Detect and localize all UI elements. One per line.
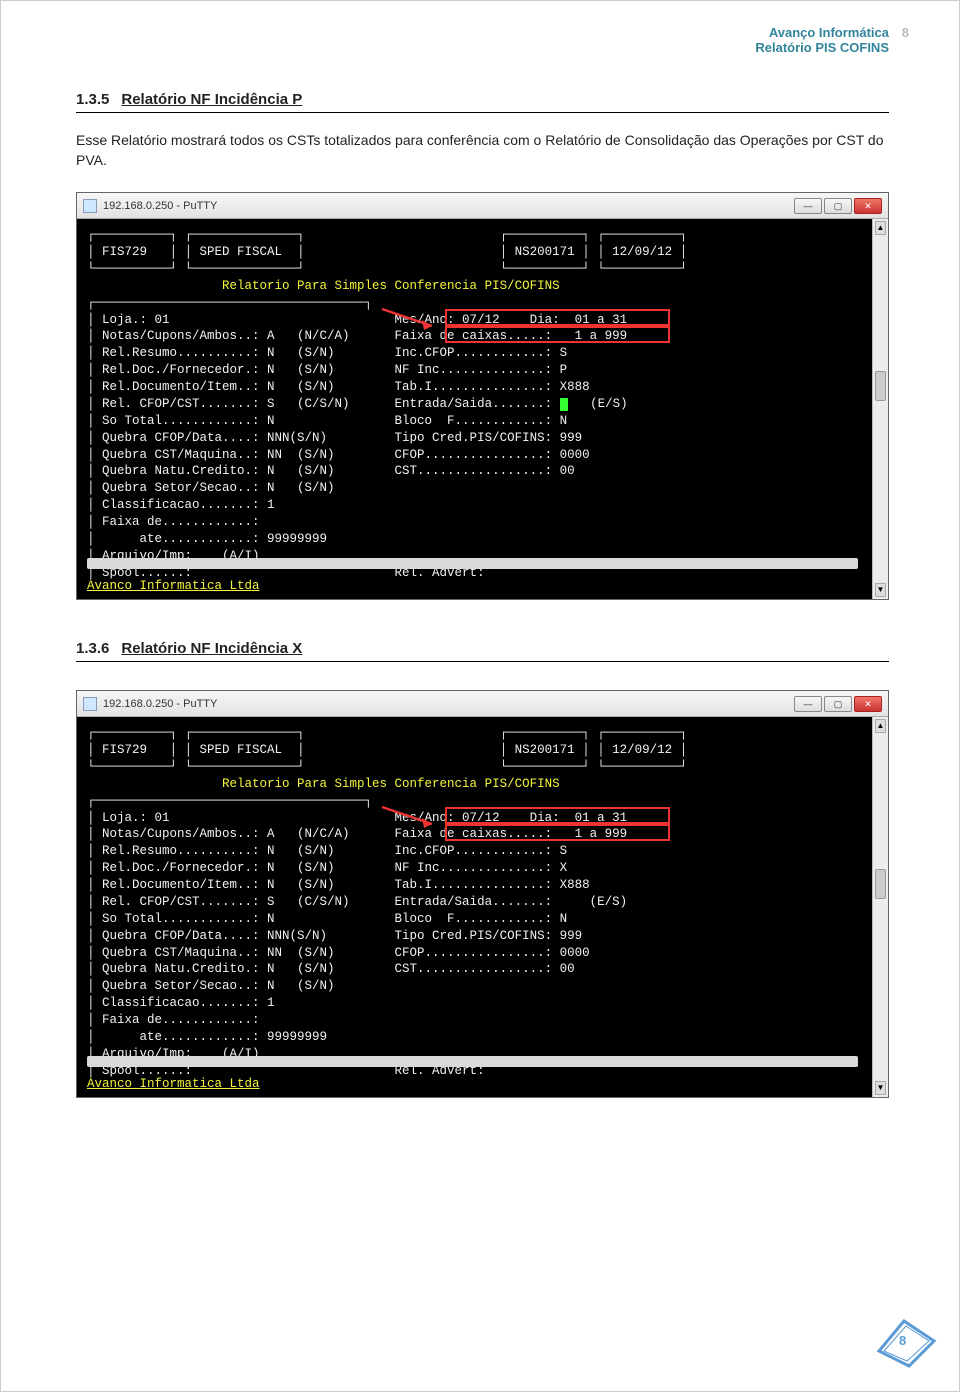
close-button[interactable]: ✕ xyxy=(854,198,882,214)
terminal-line: │ Rel.Doc./Fornecedor.: N (S/N) NF Inc..… xyxy=(87,860,878,877)
terminal-line: │ Rel.Doc./Fornecedor.: N (S/N) NF Inc..… xyxy=(87,362,878,379)
minimize-button[interactable]: — xyxy=(794,198,822,214)
horizontal-scrollbar[interactable] xyxy=(87,1056,858,1067)
window-title: 192.168.0.250 - PuTTY xyxy=(103,200,794,212)
terminal-line: │ Classificacao.......: 1 xyxy=(87,497,878,514)
close-button[interactable]: ✕ xyxy=(854,696,882,712)
section-2-title: 1.3.6Relatório NF Incidência X xyxy=(76,640,889,657)
scrollbar-thumb xyxy=(875,371,886,401)
horizontal-scrollbar[interactable] xyxy=(87,558,858,569)
terminal-line: │ Faixa de............: xyxy=(87,514,878,531)
terminal-line: │ Quebra CST/Maquina..: NN (S/N) CFOP...… xyxy=(87,447,878,464)
terminal-line: │ Rel. CFOP/CST.......: S (C/S/N) Entrad… xyxy=(87,396,878,413)
terminal-line: │ ate............: 99999999 xyxy=(87,531,878,548)
terminal-line: │ FIS729 │ │ SPED FISCAL │ │ NS200171 │ … xyxy=(87,244,878,261)
vertical-scrollbar[interactable]: ▲ ▼ xyxy=(872,717,888,1097)
terminal-line: │ Faixa de............: xyxy=(87,1012,878,1029)
section-1-title: 1.3.5Relatório NF Incidência P xyxy=(76,91,889,108)
terminal-line: │ Quebra Natu.Credito.: N (S/N) CST.....… xyxy=(87,463,878,480)
window-titlebar[interactable]: 192.168.0.250 - PuTTY — ▢ ✕ xyxy=(77,193,888,219)
terminal-line: │ Rel.Documento/Item..: N (S/N) Tab.I...… xyxy=(87,877,878,894)
terminal-line: │ ate............: 99999999 xyxy=(87,1029,878,1046)
terminal-line: │ Quebra CFOP/Data....: NNN(S/N) Tipo Cr… xyxy=(87,928,878,945)
window-title: 192.168.0.250 - PuTTY xyxy=(103,698,794,710)
terminal-line: │ Rel.Resumo..........: N (S/N) Inc.CFOP… xyxy=(87,345,878,362)
page-header: Avanço Informática Relatório PIS COFINS … xyxy=(755,25,889,55)
terminal-line: │ So Total............: N Bloco F.......… xyxy=(87,413,878,430)
terminal-window-1: 192.168.0.250 - PuTTY — ▢ ✕ ┌──────────┐… xyxy=(76,192,889,600)
maximize-button[interactable]: ▢ xyxy=(824,198,852,214)
terminal-line: └──────────┘ └──────────────┘ └─────────… xyxy=(87,261,878,278)
minimize-button[interactable]: — xyxy=(794,696,822,712)
terminal-line: │ Rel. CFOP/CST.......: S (C/S/N) Entrad… xyxy=(87,894,878,911)
putty-icon xyxy=(83,697,97,711)
terminal-line: ┌──────────┐ ┌──────────────┐ ┌─────────… xyxy=(87,227,878,244)
terminal-line: Relatorio Para Simples Conferencia PIS/C… xyxy=(87,278,878,295)
terminal-line: Relatorio Para Simples Conferencia PIS/C… xyxy=(87,776,878,793)
cursor xyxy=(560,398,568,411)
header-line2: Relatório PIS COFINS xyxy=(755,40,889,55)
window-titlebar[interactable]: 192.168.0.250 - PuTTY — ▢ ✕ xyxy=(77,691,888,717)
scrollbar-thumb xyxy=(875,869,886,899)
terminal-line: │ Rel.Resumo..........: N (S/N) Inc.CFOP… xyxy=(87,843,878,860)
annotation-arrow-icon xyxy=(377,304,457,344)
terminal-window-2: 192.168.0.250 - PuTTY — ▢ ✕ ┌──────────┐… xyxy=(76,690,889,1098)
highlight-inc-cfop xyxy=(445,807,670,824)
terminal-line: │ So Total............: N Bloco F.......… xyxy=(87,911,878,928)
terminal-line: │ Quebra Setor/Secao..: N (S/N) xyxy=(87,978,878,995)
highlight-nf-inc xyxy=(445,824,670,841)
section-1-paragraph: Esse Relatório mostrará todos os CSTs to… xyxy=(76,131,889,170)
page-corner-badge: 8 xyxy=(869,1311,939,1371)
vertical-scrollbar[interactable]: ▲ ▼ xyxy=(872,219,888,599)
terminal-line: │ Quebra Setor/Secao..: N (S/N) xyxy=(87,480,878,497)
terminal-line: │ FIS729 │ │ SPED FISCAL │ │ NS200171 │ … xyxy=(87,742,878,759)
putty-icon xyxy=(83,199,97,213)
terminal-line: │ Quebra Natu.Credito.: N (S/N) CST.....… xyxy=(87,961,878,978)
highlight-nf-inc xyxy=(445,326,670,343)
annotation-arrow-icon xyxy=(377,802,457,842)
terminal-line: │ Rel.Documento/Item..: N (S/N) Tab.I...… xyxy=(87,379,878,396)
header-line1: Avanço Informática xyxy=(755,25,889,40)
terminal-footer: Avanco Informatica Ltda xyxy=(87,579,260,593)
terminal-line: │ Classificacao.......: 1 xyxy=(87,995,878,1012)
highlight-inc-cfop xyxy=(445,309,670,326)
terminal-line: ┌──────────┐ ┌──────────────┐ ┌─────────… xyxy=(87,725,878,742)
terminal-footer: Avanco Informatica Ltda xyxy=(87,1077,260,1091)
terminal-line: │ Quebra CFOP/Data....: NNN(S/N) Tipo Cr… xyxy=(87,430,878,447)
terminal-line: └──────────┘ └──────────────┘ └─────────… xyxy=(87,759,878,776)
terminal-line: │ Quebra CST/Maquina..: NN (S/N) CFOP...… xyxy=(87,945,878,962)
header-page-number: 8 xyxy=(902,25,909,40)
maximize-button[interactable]: ▢ xyxy=(824,696,852,712)
